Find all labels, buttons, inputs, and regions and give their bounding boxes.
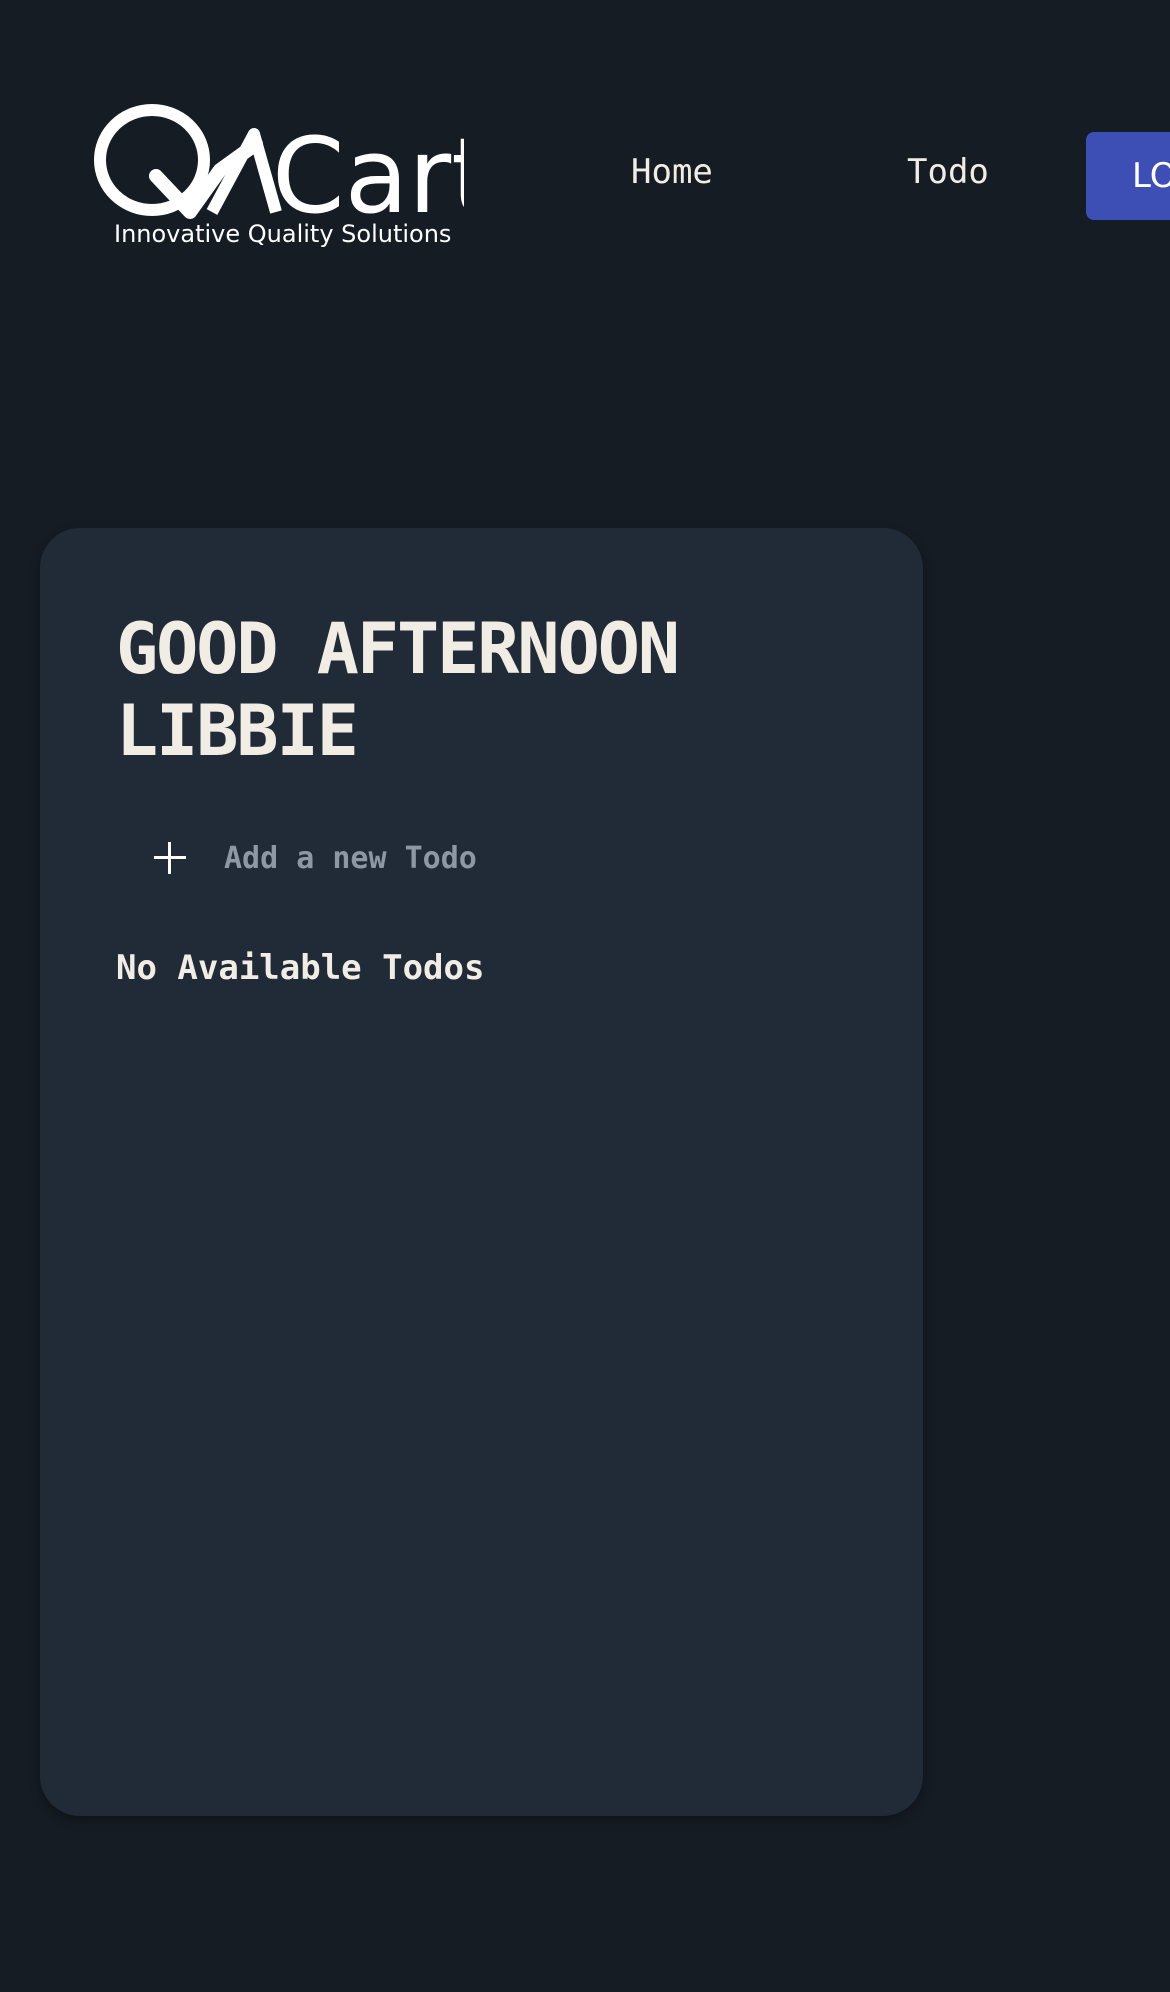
- logo-word: Cart: [272, 115, 464, 224]
- greeting-heading: GOOD AFTERNOON LIBBIE: [116, 608, 680, 772]
- empty-todos-message: No Available Todos: [116, 948, 485, 988]
- nav-home-link[interactable]: Home: [631, 152, 713, 192]
- logout-button[interactable]: LOGOUT: [1086, 132, 1170, 220]
- new-todo-input[interactable]: [224, 826, 804, 890]
- plus-icon[interactable]: [152, 840, 188, 876]
- navbar: Cart Innovative Quality Solutions Home T…: [0, 0, 1170, 300]
- todo-card: GOOD AFTERNOON LIBBIE No Available Todos: [40, 528, 923, 1816]
- nav-todo-link[interactable]: Todo: [907, 152, 989, 192]
- qacart-logo-mark: Cart: [94, 104, 464, 224]
- qacart-logo[interactable]: Cart Innovative Quality Solutions: [94, 104, 464, 254]
- new-todo-row: [116, 826, 836, 890]
- logo-tagline: Innovative Quality Solutions: [114, 220, 452, 248]
